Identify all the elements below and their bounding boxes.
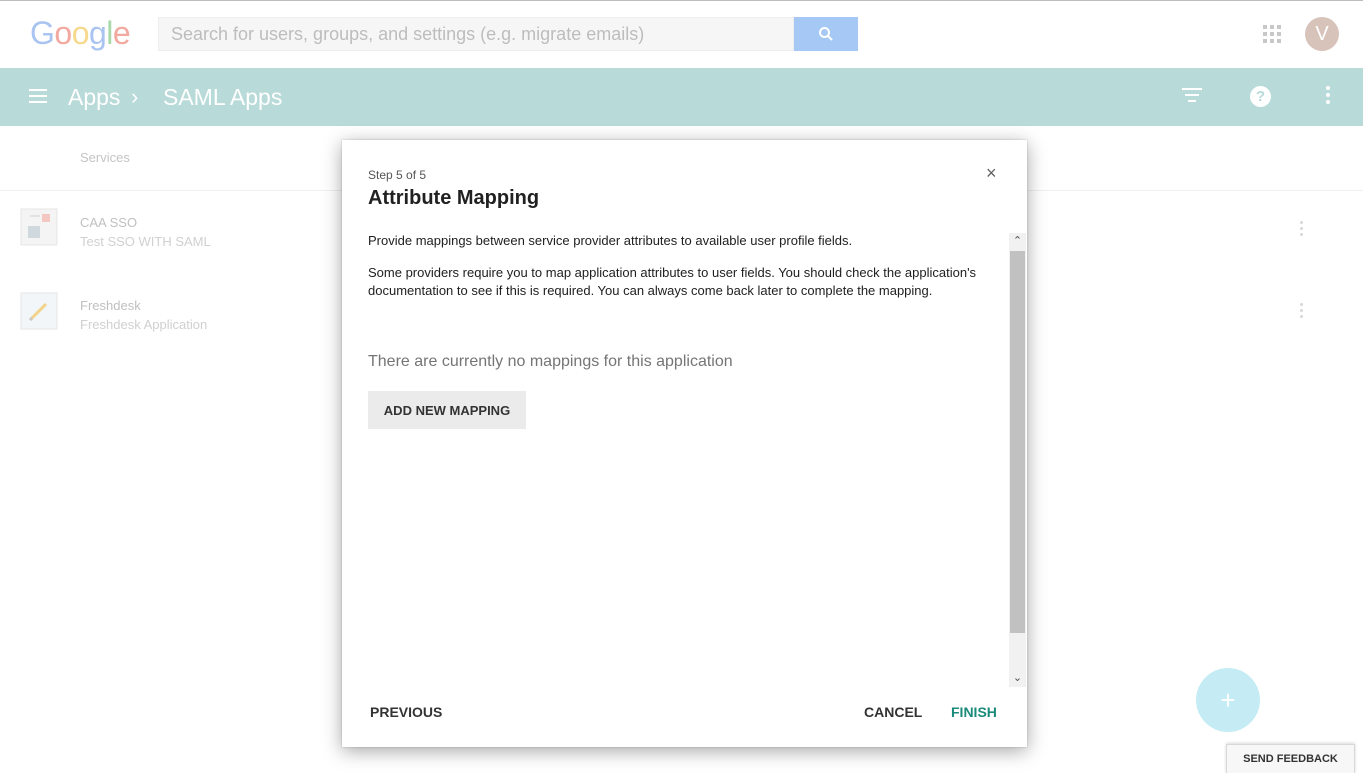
- app-bar: Apps › SAML Apps ?: [0, 68, 1363, 126]
- more-vert-icon[interactable]: [1325, 86, 1331, 108]
- search-box: [158, 17, 794, 51]
- empty-state-message: There are currently no mappings for this…: [368, 353, 733, 370]
- app-description: Freshdesk Application: [80, 317, 208, 332]
- logo-letter: e: [112, 15, 131, 51]
- scrollbar-thumb[interactable]: [1010, 251, 1025, 633]
- logo-letter: o: [54, 15, 72, 51]
- attribute-mapping-dialog: Step 5 of 5 Attribute Mapping × Provide …: [342, 140, 1027, 747]
- menu-icon[interactable]: [29, 89, 47, 103]
- freshdesk-icon: [20, 292, 58, 330]
- dialog-title: Attribute Mapping: [368, 187, 540, 209]
- details-text: Some providers require you to map applic…: [368, 265, 977, 298]
- previous-button[interactable]: PREVIOUS: [370, 704, 442, 720]
- search-input[interactable]: [159, 18, 793, 50]
- add-new-mapping-button[interactable]: ADD NEW MAPPING: [368, 391, 526, 429]
- more-vert-icon[interactable]: [1300, 221, 1304, 239]
- app-name: Freshdesk: [80, 298, 141, 313]
- filter-icon[interactable]: [1182, 88, 1202, 104]
- logo-letter: l: [106, 15, 113, 51]
- logo-letter: g: [88, 15, 107, 51]
- logo-letter: G: [30, 15, 55, 51]
- services-column-header: Services: [80, 150, 130, 165]
- saml-app-icon: [20, 208, 58, 246]
- breadcrumb-apps[interactable]: Apps: [68, 84, 120, 111]
- intro-text: Provide mappings between service provide…: [368, 233, 853, 248]
- avatar[interactable]: V: [1305, 17, 1339, 51]
- scroll-up-icon[interactable]: ⌃: [1009, 233, 1026, 250]
- scrollbar[interactable]: ⌃ ⌄: [1009, 233, 1026, 687]
- send-feedback-button[interactable]: SEND FEEDBACK: [1226, 744, 1355, 773]
- logo-letter: o: [71, 15, 90, 51]
- dialog-content: Provide mappings between service provide…: [368, 232, 998, 314]
- finish-button[interactable]: FINISH: [951, 704, 997, 720]
- scroll-down-icon[interactable]: ⌄: [1009, 670, 1026, 687]
- google-logo[interactable]: Google: [30, 15, 131, 52]
- search-icon: [819, 27, 833, 41]
- search-button[interactable]: [794, 17, 858, 51]
- cancel-button[interactable]: CANCEL: [864, 704, 922, 720]
- breadcrumb-separator-icon: ›: [131, 84, 139, 109]
- apps-grid-icon[interactable]: [1263, 25, 1281, 43]
- more-vert-icon[interactable]: [1300, 303, 1304, 321]
- top-bar: Google V: [0, 0, 1363, 68]
- help-icon[interactable]: ?: [1250, 86, 1271, 107]
- step-indicator: Step 5 of 5: [368, 168, 427, 182]
- close-icon[interactable]: ×: [986, 163, 997, 184]
- page-title: SAML Apps: [163, 84, 283, 110]
- add-fab-button[interactable]: +: [1196, 668, 1260, 732]
- app-name: CAA SSO: [80, 215, 138, 230]
- app-description: Test SSO WITH SAML: [80, 234, 211, 249]
